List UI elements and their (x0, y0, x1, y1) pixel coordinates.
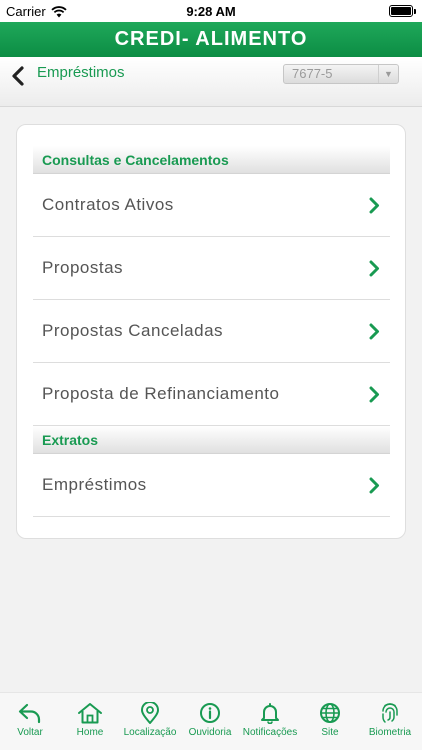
app-title: CREDI- ALIMENTO (0, 22, 422, 57)
reply-arrow-icon (18, 703, 41, 724)
chevron-down-icon: ▼ (378, 65, 398, 83)
tab-ouvidoria[interactable]: Ouvidoria (180, 702, 240, 738)
navigation-bar: Empréstimos 7677-5 ▼ (0, 57, 422, 107)
tab-biometria[interactable]: Biometria (360, 702, 420, 738)
menu-item-label: Contratos Ativos (42, 195, 174, 214)
tab-label: Biometria (368, 727, 412, 738)
account-selector-value: 7677-5 (292, 66, 333, 81)
chevron-right-icon (369, 260, 379, 277)
status-time: 9:28 AM (186, 4, 236, 19)
fingerprint-icon (382, 703, 398, 723)
tab-home[interactable]: Home (60, 702, 120, 738)
tab-label: Notificações (242, 727, 298, 738)
globe-icon (320, 703, 340, 723)
tab-localizacao[interactable]: Localização (120, 702, 180, 738)
menu-item-label: Propostas Canceladas (42, 321, 224, 340)
menu-item-label: Empréstimos (42, 475, 147, 494)
menu-item-propostas[interactable]: Propostas (33, 237, 390, 300)
tab-label: Home (76, 727, 104, 738)
bottom-tab-bar: Voltar Home Localização Ouvidoria Notifi… (0, 692, 422, 750)
info-icon (200, 703, 220, 723)
home-icon (78, 703, 102, 724)
chevron-right-icon (369, 477, 379, 494)
tab-label: Voltar (17, 727, 43, 738)
tab-label: Site (321, 727, 339, 738)
tab-voltar[interactable]: Voltar (0, 702, 60, 738)
chevron-right-icon (369, 323, 379, 340)
tab-label: Ouvidoria (188, 727, 232, 738)
section-header-extratos: Extratos (33, 426, 390, 454)
menu-item-contratos-ativos[interactable]: Contratos Ativos (33, 174, 390, 237)
menu-item-propostas-canceladas[interactable]: Propostas Canceladas (33, 300, 390, 363)
menu-item-label: Proposta de Refinanciamento (42, 384, 280, 403)
page-title: Empréstimos (37, 64, 125, 81)
location-pin-icon (141, 702, 159, 724)
tab-label: Localização (123, 727, 177, 738)
menu-card: Consultas e Cancelamentos Contratos Ativ… (16, 124, 406, 539)
menu-item-label: Propostas (42, 258, 124, 277)
chevron-right-icon (369, 386, 379, 403)
chevron-right-icon (369, 197, 379, 214)
account-selector[interactable]: 7677-5 ▼ (283, 64, 399, 84)
status-bar: Carrier 9:28 AM (0, 0, 422, 22)
menu-item-emprestimos[interactable]: Empréstimos (33, 454, 390, 517)
menu-item-proposta-refinanciamento[interactable]: Proposta de Refinanciamento (33, 363, 390, 426)
tab-site[interactable]: Site (300, 702, 360, 738)
section-header-consultas: Consultas e Cancelamentos (33, 146, 390, 174)
tab-notificacoes[interactable]: Notificações (240, 702, 300, 738)
back-arrow-icon[interactable] (10, 65, 26, 87)
bell-icon (261, 703, 279, 724)
battery-icon (389, 5, 416, 17)
